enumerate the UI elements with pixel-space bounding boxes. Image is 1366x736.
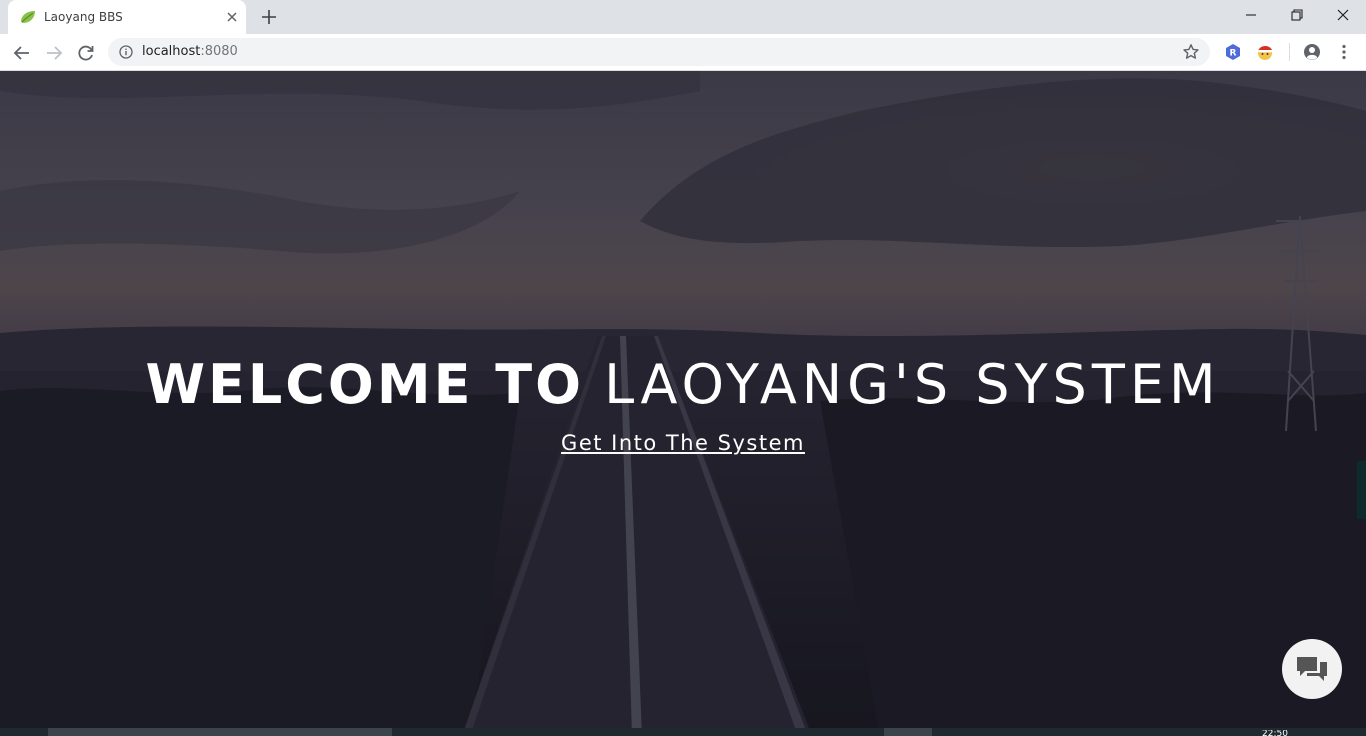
hero-link-container: Get Into The System bbox=[0, 431, 1366, 455]
browser-toolbar: localhost:8080 R bbox=[0, 34, 1366, 71]
restore-icon bbox=[1291, 9, 1303, 21]
back-arrow-icon bbox=[13, 46, 29, 60]
leaf-icon bbox=[21, 11, 35, 23]
reload-button[interactable] bbox=[75, 42, 97, 64]
close-icon[interactable] bbox=[224, 9, 240, 25]
minimize-button[interactable] bbox=[1228, 0, 1274, 30]
forward-button[interactable] bbox=[43, 42, 65, 64]
hero-section: WELCOME TO LAOYANG'S SYSTEM Get Into The… bbox=[0, 71, 1366, 736]
restore-button[interactable] bbox=[1274, 0, 1320, 30]
minimize-icon bbox=[1246, 14, 1256, 16]
get-into-system-link[interactable]: Get Into The System bbox=[561, 431, 805, 455]
new-tab-plus-icon[interactable] bbox=[260, 8, 278, 26]
close-window-button[interactable] bbox=[1320, 0, 1366, 30]
browser-tab-active[interactable]: Laoyang BBS bbox=[8, 0, 246, 34]
info-icon[interactable] bbox=[119, 45, 133, 59]
url-host: localhost bbox=[142, 44, 201, 59]
hero-title-bold: WELCOME TO bbox=[145, 353, 584, 416]
chat-bubbles-icon bbox=[1297, 657, 1327, 681]
forward-arrow-icon bbox=[47, 46, 63, 60]
reload-icon bbox=[78, 45, 94, 61]
bookmark-star-icon[interactable] bbox=[1182, 43, 1200, 61]
profile-avatar-icon[interactable] bbox=[1303, 43, 1321, 61]
taskbar-app-segment[interactable] bbox=[48, 728, 392, 736]
os-taskbar bbox=[0, 728, 1366, 736]
address-bar[interactable]: localhost:8080 bbox=[108, 38, 1210, 66]
browser-menu-icon[interactable] bbox=[1335, 43, 1353, 61]
browser-tabstrip: Laoyang BBS bbox=[0, 0, 1366, 34]
scroll-indicator bbox=[1357, 461, 1366, 519]
chat-button[interactable] bbox=[1282, 639, 1342, 699]
tab-title: Laoyang BBS bbox=[44, 10, 123, 24]
hero-title: WELCOME TO LAOYANG'S SYSTEM bbox=[0, 353, 1366, 416]
taskbar-app-segment[interactable] bbox=[884, 728, 932, 736]
hero-title-light: LAOYANG'S SYSTEM bbox=[604, 353, 1221, 416]
url-port: :8080 bbox=[200, 44, 238, 59]
extension-santa-icon[interactable] bbox=[1256, 43, 1274, 61]
taskbar-clock: 22:50 bbox=[1262, 730, 1288, 736]
toolbar-separator bbox=[1289, 43, 1290, 61]
url-text[interactable]: localhost:8080 bbox=[142, 44, 238, 59]
extension-r-icon[interactable]: R bbox=[1224, 43, 1242, 61]
svg-text:R: R bbox=[1230, 49, 1237, 59]
close-window-icon bbox=[1337, 9, 1349, 21]
back-button[interactable] bbox=[11, 42, 33, 64]
